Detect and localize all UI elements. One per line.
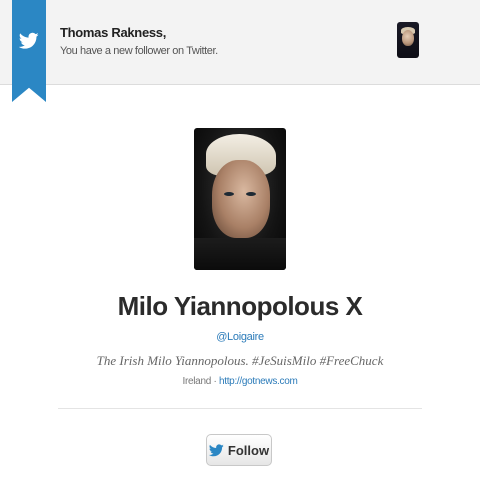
twitter-bird-icon xyxy=(208,443,224,456)
recipient-avatar[interactable] xyxy=(397,22,419,58)
name-mark: X xyxy=(345,291,363,321)
profile-location: Ireland xyxy=(182,376,211,387)
profile-photo[interactable] xyxy=(194,128,286,270)
meta-separator: · xyxy=(210,376,219,387)
display-name-text: Milo Yiannopolous xyxy=(117,291,340,321)
greeting-name: Thomas Rakness, xyxy=(60,25,167,40)
profile-meta: Ireland · http://gotnews.com xyxy=(0,376,480,387)
profile-bio: The Irish Milo Yiannopolous. #JeSuisMilo… xyxy=(96,353,384,368)
notification-header: Thomas Rakness, You have a new follower … xyxy=(0,0,480,102)
twitter-bird-icon xyxy=(19,32,39,49)
profile-display-name[interactable]: Milo Yiannopolous X xyxy=(0,289,480,323)
twitter-ribbon xyxy=(12,0,46,102)
profile-handle[interactable]: @Loigaire xyxy=(0,331,480,343)
profile-url-link[interactable]: http://gotnews.com xyxy=(219,376,298,387)
follow-button[interactable]: Follow xyxy=(206,434,272,466)
divider xyxy=(58,408,422,409)
notification-message: You have a new follower on Twitter. xyxy=(60,45,218,57)
follow-button-label: Follow xyxy=(227,442,270,458)
